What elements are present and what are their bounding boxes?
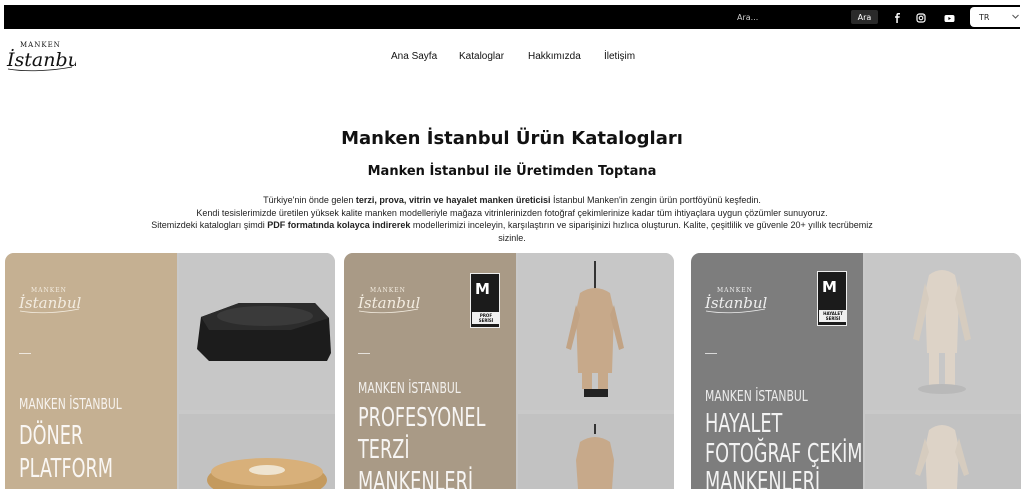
nav-contact[interactable]: İletişim — [604, 51, 635, 62]
card-title-line2: TERZİ — [358, 435, 410, 465]
card-brand: MANKEN İSTANBUL — [358, 379, 461, 397]
intro-text-2: Kendi tesislerimizde üretilen yüksek kal… — [196, 207, 828, 218]
product-photo — [179, 414, 335, 489]
page-subtitle: Manken İstanbul ile Üretimden Toptana — [367, 164, 657, 179]
catalog-cover: MANKEN İstanbul M HAYALET SERİSİ MANKEN … — [691, 253, 863, 489]
intro-text-3a: Sitemizdeki katalogları şimdi — [151, 220, 268, 231]
catalog-card-professional-tailor[interactable]: MANKEN İstanbul M PROF SERİSİ MANKEN İST… — [344, 253, 674, 489]
youtube-icon[interactable] — [942, 11, 956, 25]
card-title-line1: PROFESYONEL — [358, 403, 486, 433]
card-title-line3: MANKENLERİ — [358, 467, 474, 489]
svg-text:İstanbul: İstanbul — [704, 294, 768, 312]
badge-label: PROF SERİSİ — [472, 312, 500, 324]
product-photo — [865, 253, 1021, 410]
product-photo — [518, 253, 674, 410]
chevron-down-icon — [1012, 13, 1019, 21]
svg-text:MANKEN: MANKEN — [20, 41, 61, 49]
page-title: Manken İstanbul Ürün Katalogları — [341, 128, 683, 149]
site-logo[interactable]: MANKEN İstanbul — [6, 38, 86, 74]
badge-letter: M — [822, 278, 837, 296]
top-bar: Ara TR — [4, 5, 1024, 29]
product-photo — [865, 414, 1021, 489]
language-select[interactable]: TR — [970, 7, 1024, 27]
brand-logo-icon: MANKEN İstanbul — [357, 287, 421, 314]
brand-logo-icon: MANKEN İstanbul — [704, 287, 768, 314]
card-title-line1: DÖNER — [19, 421, 84, 451]
intro-text-1c: İstanbul Manken'in zengin ürün portföyün… — [550, 195, 761, 205]
divider — [705, 353, 717, 354]
series-badge: M PROF SERİSİ — [470, 273, 500, 328]
series-badge: M HAYALET SERİSİ — [817, 271, 847, 326]
intro-text-3b: PDF formatında kolayca indirerek — [267, 220, 411, 231]
search-button[interactable]: Ara — [851, 10, 878, 24]
catalog-card-ghost-mannequin[interactable]: MANKEN İstanbul M HAYALET SERİSİ MANKEN … — [691, 253, 1021, 489]
brand-logo-icon: MANKEN İstanbul — [18, 287, 82, 314]
svg-text:İstanbul: İstanbul — [357, 294, 421, 312]
divider — [19, 353, 31, 354]
intro-text: Türkiye'nin önde gelen terzi, prova, vit… — [150, 194, 874, 245]
svg-text:İstanbul: İstanbul — [18, 294, 82, 312]
badge-label: HAYALET SERİSİ — [819, 310, 847, 322]
intro-text-3c: modellerimizi inceleyin, karşılaştırın v… — [410, 220, 873, 244]
svg-text:MANKEN: MANKEN — [31, 287, 67, 294]
svg-text:İstanbul: İstanbul — [6, 48, 76, 71]
card-title-line2: PLATFORM — [19, 454, 114, 484]
nav-about[interactable]: Hakkımızda — [528, 51, 581, 62]
catalog-cover: MANKEN İstanbul M PROF SERİSİ MANKEN İST… — [344, 253, 516, 489]
divider — [358, 353, 370, 354]
card-brand: MANKEN İSTANBUL — [19, 395, 122, 413]
badge-letter: M — [475, 280, 490, 298]
nav-catalogs[interactable]: Kataloglar — [459, 51, 504, 62]
nav-home[interactable]: Ana Sayfa — [391, 51, 437, 62]
facebook-icon[interactable] — [890, 11, 904, 25]
card-brand: MANKEN İSTANBUL — [705, 387, 808, 405]
catalog-cover: MANKEN İstanbul MANKEN İSTANBUL DÖNER PL… — [5, 253, 177, 489]
intro-text-1b: terzi, prova, vitrin ve hayalet manken ü… — [355, 195, 551, 205]
product-photo — [518, 414, 674, 489]
card-title-line3: MANKENLERİ — [705, 467, 821, 489]
product-photo — [179, 253, 335, 410]
catalog-card-rotating-platform[interactable]: MANKEN İstanbul MANKEN İSTANBUL DÖNER PL… — [5, 253, 335, 489]
intro-text-1a: Türkiye'nin önde gelen — [263, 195, 356, 205]
svg-text:MANKEN: MANKEN — [370, 287, 406, 294]
svg-text:MANKEN: MANKEN — [717, 287, 753, 294]
card-title-line2: FOTOĞRAF ÇEKİM — [705, 439, 863, 469]
language-value: TR — [979, 12, 990, 22]
card-title-line1: HAYALET — [705, 409, 783, 439]
instagram-icon[interactable] — [914, 11, 928, 25]
search-input[interactable] — [737, 10, 847, 24]
